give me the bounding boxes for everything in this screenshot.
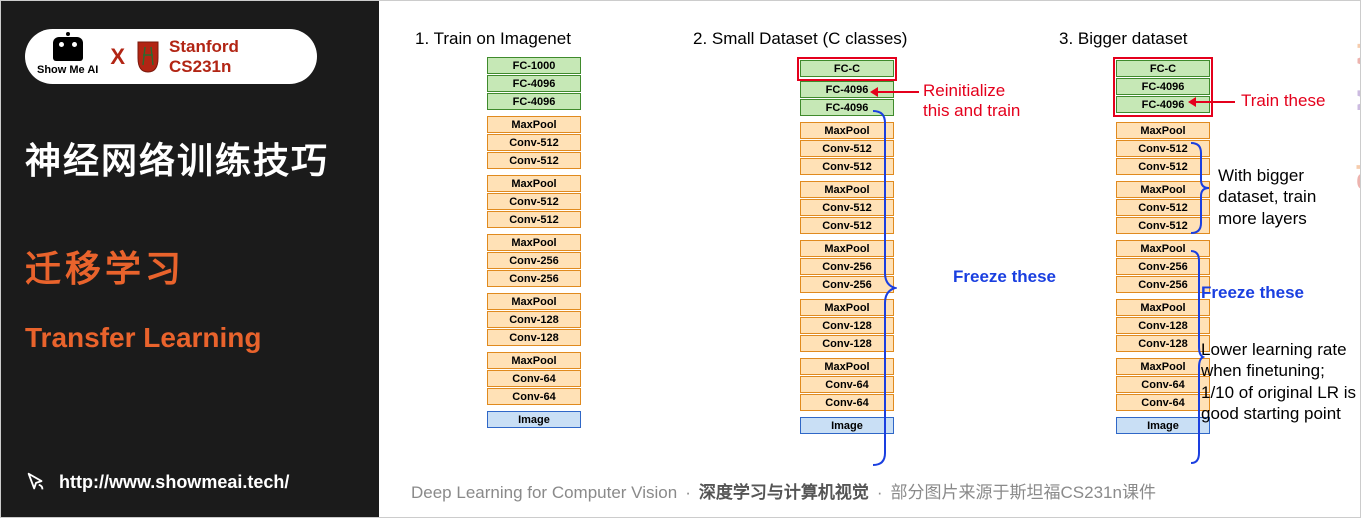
highlight-box: FC-C [797, 57, 897, 81]
layer-mp: MaxPool [487, 175, 581, 192]
footer-line: Deep Learning for Computer Vision · 深度学习… [411, 478, 1340, 503]
layer-conv: Conv-64 [487, 388, 581, 405]
annotation-freeze-col3: Freeze these [1201, 283, 1304, 303]
brand-university: Stanford [169, 37, 239, 57]
column-1: 1. Train on ImagenetFC-1000FC-4096FC-409… [379, 29, 689, 440]
brand-course: CS231n [169, 57, 239, 77]
layer-fc: FC-1000 [487, 57, 581, 74]
brace-freeze-col2-icon [871, 109, 897, 467]
column-title: 2. Small Dataset (C classes) [689, 29, 1005, 49]
brand-pill: Show Me AI X Stanford CS231n [25, 29, 317, 84]
sidebar-subtitle-en: Transfer Learning [25, 322, 355, 354]
layer-mp: MaxPool [487, 234, 581, 251]
layer-conv: Conv-512 [487, 152, 581, 169]
brand-course-label: Stanford CS231n [169, 37, 239, 76]
sidebar-subtitle-cn: 迁移学习 [25, 240, 355, 292]
brace-bigger-col3-icon [1189, 141, 1211, 235]
layer-conv: Conv-128 [487, 329, 581, 346]
sidebar-footer: http://www.showmeai.tech/ [25, 471, 355, 493]
cursor-icon [25, 471, 47, 493]
layer-stack: FC-1000FC-4096FC-4096MaxPoolConv-512Conv… [487, 57, 581, 434]
footer-part3: 部分图片来源于斯坦福CS231n课件 [891, 478, 1156, 503]
layer-mp: MaxPool [487, 352, 581, 369]
brand-x-label: X [110, 44, 125, 70]
layer-img: Image [487, 411, 581, 428]
footer-part1: Deep Learning for Computer Vision [411, 483, 677, 503]
highlight-box: FC-CFC-4096FC-4096 [1113, 57, 1213, 117]
annotation-train-col3: Train these [1241, 91, 1325, 111]
layer-fc: FC-C [800, 60, 894, 77]
column-title: 1. Train on Imagenet [379, 29, 689, 49]
sidebar-title-cn: 神经网络训练技巧 [25, 132, 355, 184]
footer-dot2: · [877, 483, 883, 503]
layer-fc: FC-4096 [1116, 78, 1210, 95]
main-panel: 1. Train on ImagenetFC-1000FC-4096FC-409… [379, 1, 1360, 517]
watermark: ShowMeAI [1352, 41, 1360, 191]
layer-conv: Conv-128 [487, 311, 581, 328]
layer-mp: MaxPool [487, 116, 581, 133]
layer-fc: FC-4096 [487, 75, 581, 92]
brand-showmeai-label: Show Me AI [37, 64, 98, 76]
annotation-lr-col3: Lower learning rate when finetuning; 1/1… [1201, 339, 1357, 424]
layer-fc: FC-4096 [487, 93, 581, 110]
footer-dot1: · [685, 483, 691, 503]
layer-conv: Conv-512 [487, 134, 581, 151]
layer-fc: FC-C [1116, 60, 1210, 77]
columns: 1. Train on ImagenetFC-1000FC-4096FC-409… [379, 29, 1321, 440]
annotation-reinit: Reinitialize this and train [923, 81, 1020, 122]
layer-conv: Conv-256 [487, 270, 581, 287]
arrow-reinit-icon [873, 91, 919, 93]
layer-fc: FC-4096 [800, 81, 894, 98]
annotation-freeze-col2: Freeze these [953, 267, 1056, 287]
sidebar: Show Me AI X Stanford CS231n 神经网络训练技巧 迁移… [1, 1, 379, 517]
page: Show Me AI X Stanford CS231n 神经网络训练技巧 迁移… [0, 0, 1361, 518]
layer-mp: MaxPool [1116, 122, 1210, 139]
annotation-bigger-col3: With bigger dataset, train more layers [1218, 165, 1316, 229]
layer-conv: Conv-64 [487, 370, 581, 387]
layer-mp: MaxPool [487, 293, 581, 310]
layer-conv: Conv-256 [487, 252, 581, 269]
layer-conv: Conv-512 [487, 193, 581, 210]
layer-conv: Conv-512 [487, 211, 581, 228]
robot-icon [53, 37, 83, 61]
column-title: 3. Bigger dataset [1005, 29, 1321, 49]
arrow-train-icon [1191, 101, 1235, 103]
stanford-shield-icon [137, 41, 159, 73]
sidebar-url-link[interactable]: http://www.showmeai.tech/ [59, 472, 289, 493]
footer-part2: 深度学习与计算机视觉 [699, 478, 869, 503]
